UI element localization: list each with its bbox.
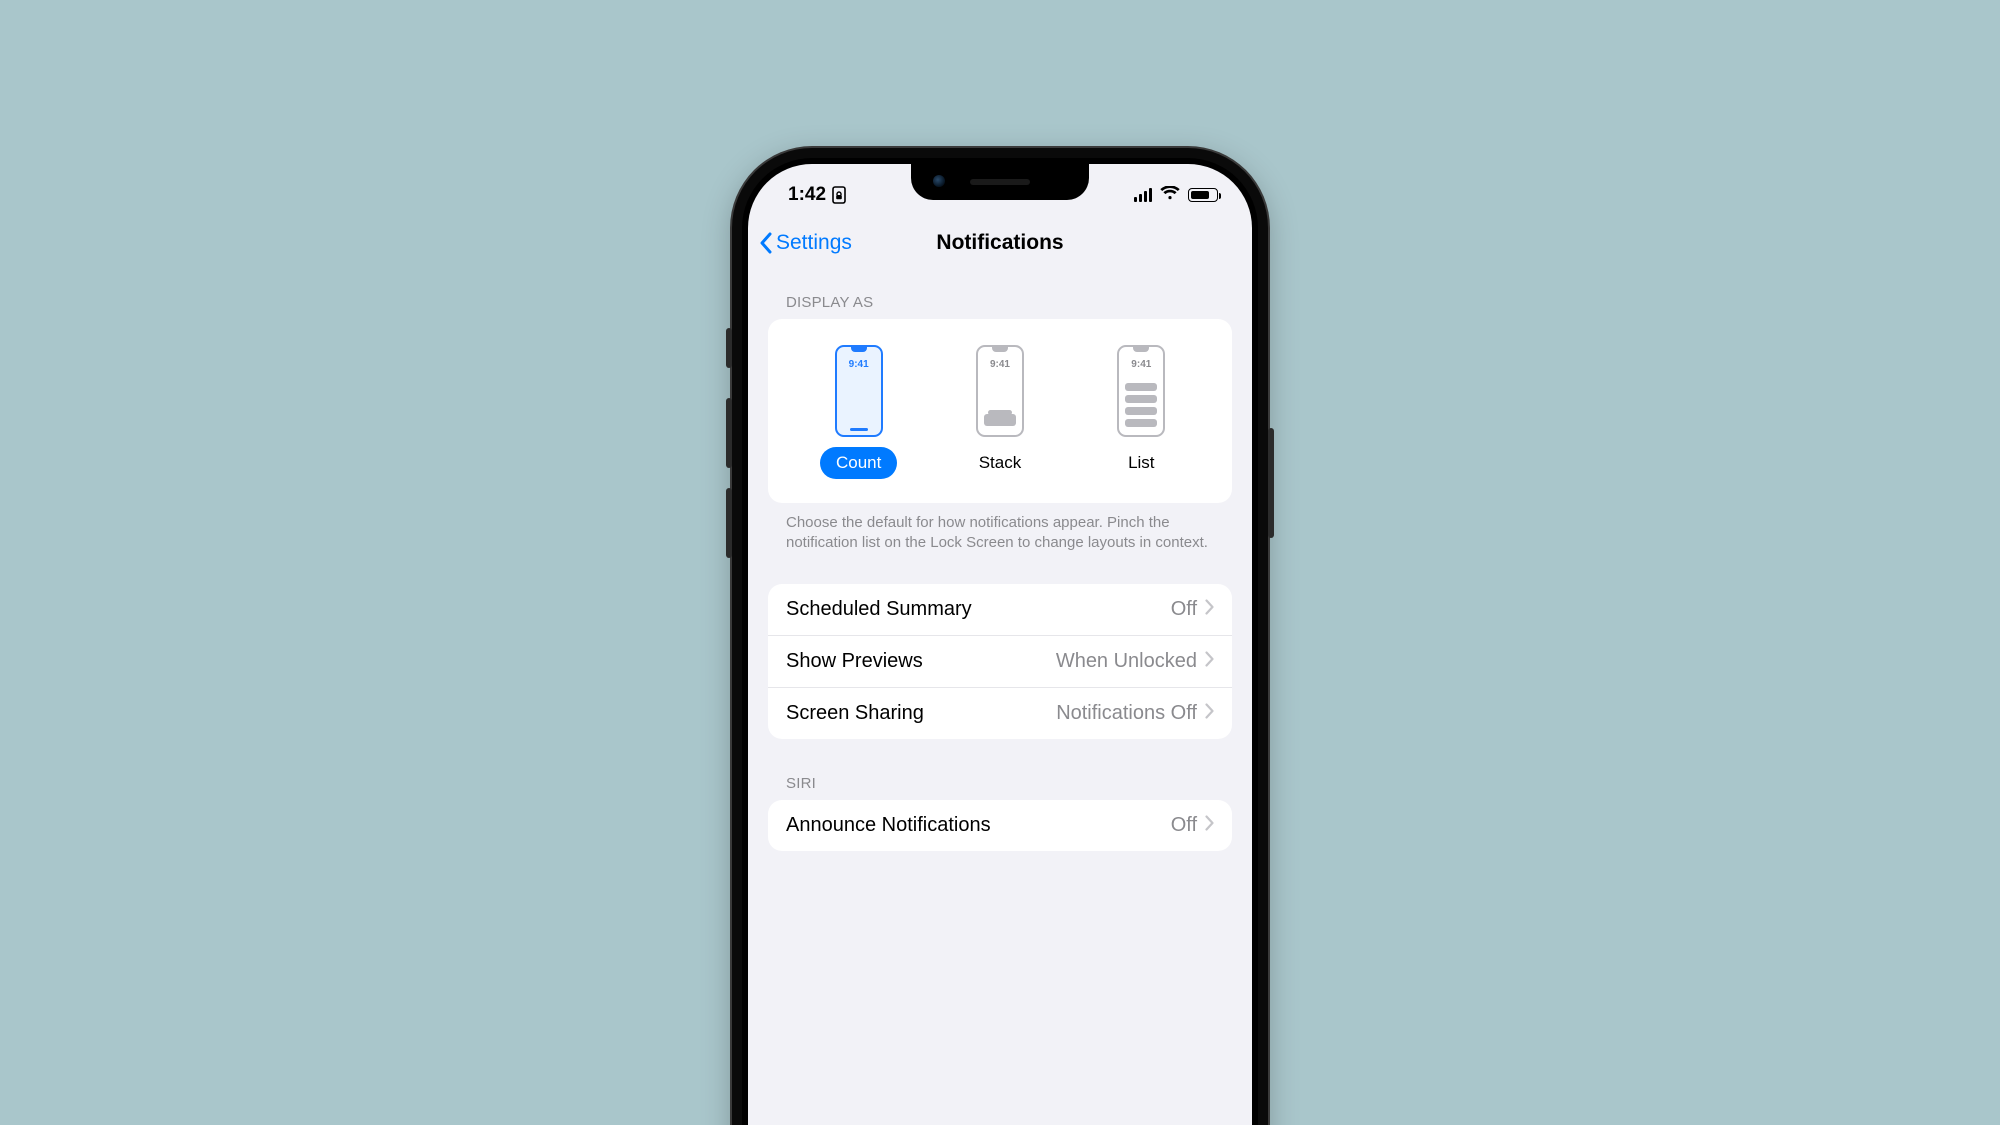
section-footer-display-as: Choose the default for how notifications… xyxy=(768,503,1232,554)
power-button xyxy=(1268,428,1274,538)
display-as-label: Stack xyxy=(963,447,1038,479)
row-label: Show Previews xyxy=(786,650,923,673)
row-value: Off xyxy=(1171,598,1197,621)
phone-frame: 1:42 xyxy=(732,148,1268,1125)
volume-up-button xyxy=(726,398,732,468)
wifi-icon xyxy=(1160,184,1180,206)
notch xyxy=(911,164,1089,200)
display-as-label: Count xyxy=(820,447,897,479)
row-label: Announce Notifications xyxy=(786,814,991,837)
siri-list-card: Announce Notifications Off xyxy=(768,800,1232,851)
content-scroll[interactable]: DISPLAY AS 9:41 Count xyxy=(748,266,1252,1125)
chevron-right-icon xyxy=(1205,702,1214,725)
volume-down-button xyxy=(726,488,732,558)
settings-list-card: Scheduled Summary Off Show Previews When… xyxy=(768,584,1232,739)
silence-switch xyxy=(726,328,732,368)
row-announce-notifications[interactable]: Announce Notifications Off xyxy=(768,800,1232,851)
cellular-icon xyxy=(1134,188,1152,202)
section-header-siri: SIRI xyxy=(768,739,1232,800)
screen: 1:42 xyxy=(748,164,1252,1125)
chevron-right-icon xyxy=(1205,598,1214,621)
display-as-option-stack[interactable]: 9:41 Stack xyxy=(929,345,1070,479)
chevron-right-icon xyxy=(1205,650,1214,673)
display-as-option-list[interactable]: 9:41 List xyxy=(1071,345,1212,479)
preview-phone-count: 9:41 xyxy=(835,345,883,437)
nav-bar: Settings Notifications xyxy=(748,220,1252,266)
row-show-previews[interactable]: Show Previews When Unlocked xyxy=(768,635,1232,687)
section-header-display-as: DISPLAY AS xyxy=(768,266,1232,319)
chevron-right-icon xyxy=(1205,814,1214,837)
row-value: Notifications Off xyxy=(1056,702,1197,725)
row-label: Scheduled Summary xyxy=(786,598,972,621)
status-time: 1:42 xyxy=(788,184,826,206)
portrait-lock-icon xyxy=(832,186,846,204)
display-as-card: 9:41 Count 9:41 xyxy=(768,319,1232,503)
row-screen-sharing[interactable]: Screen Sharing Notifications Off xyxy=(768,687,1232,739)
display-as-label: List xyxy=(1112,447,1170,479)
page-title: Notifications xyxy=(936,231,1063,255)
display-as-option-count[interactable]: 9:41 Count xyxy=(788,345,929,479)
back-label: Settings xyxy=(776,231,852,255)
preview-phone-list: 9:41 xyxy=(1117,345,1165,437)
row-value: Off xyxy=(1171,814,1197,837)
row-label: Screen Sharing xyxy=(786,702,924,725)
row-scheduled-summary[interactable]: Scheduled Summary Off xyxy=(768,584,1232,635)
row-value: When Unlocked xyxy=(1056,650,1197,673)
chevron-left-icon xyxy=(758,231,774,255)
battery-icon xyxy=(1188,188,1218,202)
back-button[interactable]: Settings xyxy=(758,231,852,255)
preview-phone-stack: 9:41 xyxy=(976,345,1024,437)
